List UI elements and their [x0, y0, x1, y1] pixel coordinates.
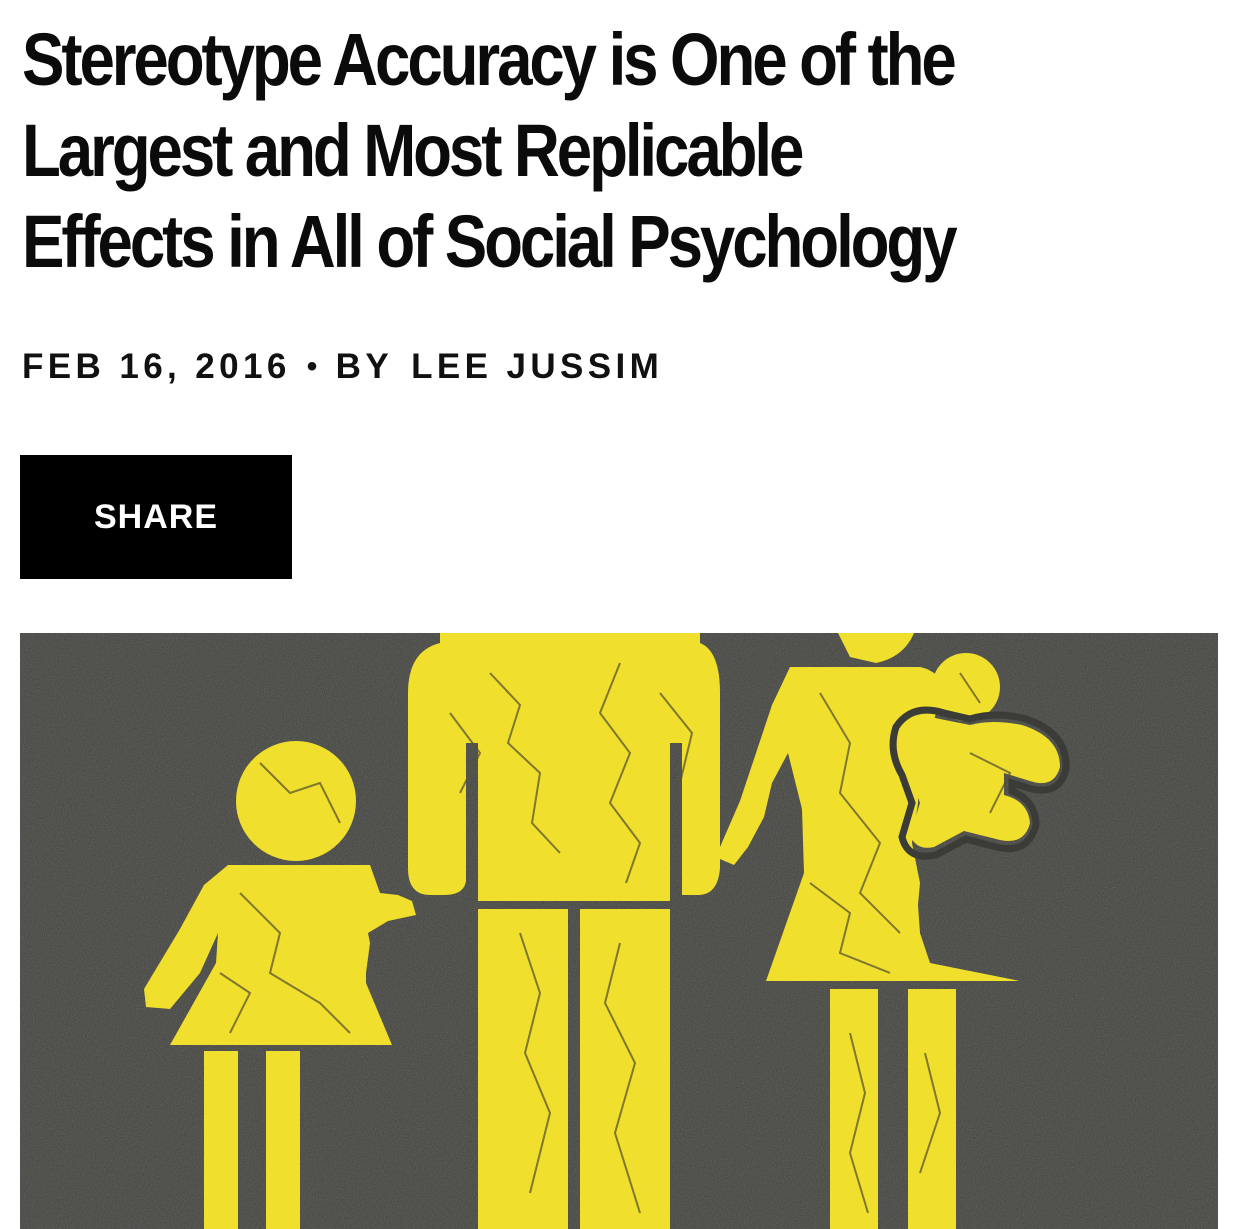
article-title-line: Stereotype Accuracy is One of the	[22, 18, 957, 101]
article-page: Stereotype Accuracy is One of the Larges…	[0, 0, 1236, 1229]
article-byline: FEB 16, 2016 • BY LEE JUSSIM	[22, 345, 663, 389]
publish-date: FEB 16, 2016	[22, 347, 291, 386]
article-hero-image	[20, 633, 1218, 1229]
author-name[interactable]: LEE JUSSIM	[411, 347, 663, 387]
share-button[interactable]: SHARE	[20, 455, 292, 579]
by-label: BY	[335, 347, 394, 386]
article-title: Stereotype Accuracy is One of the Larges…	[22, 14, 1212, 287]
byline-separator: •	[306, 350, 322, 383]
family-road-marking-icon	[20, 633, 1218, 1229]
article-title-line: Effects in All of Social Psychology	[22, 200, 958, 283]
article-title-line: Largest and Most Replicable	[22, 109, 804, 192]
